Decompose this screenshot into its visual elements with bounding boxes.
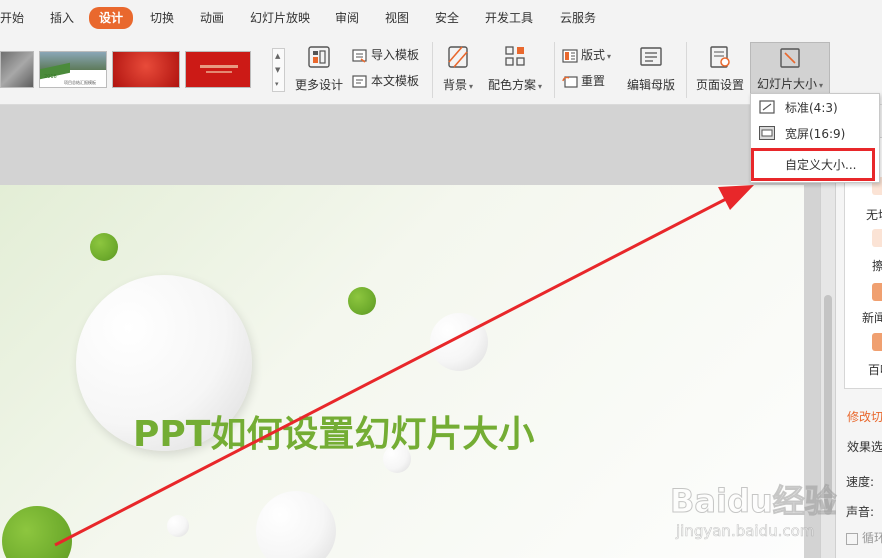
modify-transition-label: 修改切	[847, 410, 882, 424]
standard-size-icon	[759, 100, 775, 114]
effect-options-label: 效果选	[847, 440, 882, 454]
widescreen-size-label: 宽屏(16:9)	[785, 127, 846, 141]
transition-thumb[interactable]	[872, 283, 882, 301]
widescreen-size-icon	[759, 126, 775, 140]
watermark-brand: Baidu经验	[670, 482, 837, 520]
transition-item-none[interactable]: 无切	[866, 206, 882, 223]
highlight-box	[751, 148, 875, 181]
transition-thumb[interactable]	[872, 333, 882, 351]
transition-item-blinds[interactable]: 百叶	[868, 361, 882, 378]
transition-item-news[interactable]: 新闻	[862, 309, 882, 326]
transition-thumb[interactable]	[872, 229, 882, 247]
standard-size-option[interactable]: 标准(4:3)	[751, 96, 877, 120]
widescreen-size-option[interactable]: 宽屏(16:9)	[751, 122, 877, 146]
watermark-url: jingyan.baidu.com	[675, 522, 814, 540]
standard-size-label: 标准(4:3)	[785, 101, 838, 115]
baidu-jingyan-watermark: Baidu经验 jingyan.baidu.com	[670, 482, 838, 541]
transition-item-wipe[interactable]: 擦	[872, 257, 882, 274]
